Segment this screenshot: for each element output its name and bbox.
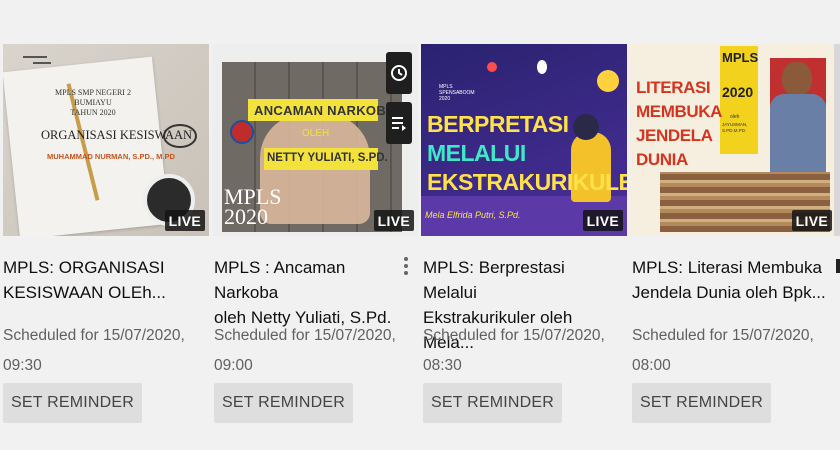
scheduled-time: Scheduled for 15/07/2020, 09:00 <box>214 321 414 381</box>
thumb-heading: EKSTRAKURIKULER <box>427 169 627 195</box>
meta-line: 08:30 <box>423 357 462 374</box>
live-badge: LIVE <box>582 210 623 231</box>
video-thumbnail[interactable]: MPLS SPENSABOOM 2020 BERPRETASI MELALUI … <box>421 44 627 236</box>
thumb-name: NETTY YULIATI, S.PD. <box>267 152 388 164</box>
thumb-heading: BERPRETASI <box>427 111 569 137</box>
portrait-face-graphic <box>782 62 812 96</box>
meta-line: Scheduled for 15/07/2020, <box>632 327 814 344</box>
thumb-heading: MELALUI <box>427 140 526 166</box>
thumb-text: MPLS SMP NEGERI 2 <box>55 88 131 97</box>
scheduled-time: Scheduled for 15/07/2020, 08:30 <box>423 321 623 381</box>
video-title[interactable]: MPLS : Ancaman Narkoba oleh Netty Yuliat… <box>214 255 414 330</box>
next-video-card-partial[interactable] <box>834 44 840 236</box>
set-reminder-button[interactable]: SET REMINDER <box>423 383 563 423</box>
thumb-heading: LITERASI <box>636 78 711 97</box>
live-badge: LIVE <box>791 210 832 231</box>
thumb-byline: MUHAMMAD NURMAN, S.PD., M.PD <box>47 152 175 161</box>
thumb-byline: Mela Elfrida Putri, S.Pd. <box>425 210 521 220</box>
title-line: Jendela Dunia oleh Bpk... <box>632 283 826 302</box>
thumb-text: TAHUN 2020 <box>70 108 116 117</box>
thumb-heading: ANCAMAN NARKOBA <box>254 103 396 118</box>
video-title[interactable]: MPLS: ORGANISASI KESISWAAN OLEh... <box>3 255 203 305</box>
next-video-title-partial <box>836 259 840 273</box>
set-reminder-button[interactable]: SET REMINDER <box>214 383 354 423</box>
moon-graphic <box>537 60 547 74</box>
thumb-heading: ORGANISASI KESISWAAN <box>41 128 193 142</box>
video-card[interactable]: MPLS SPENSABOOM 2020 BERPRETASI MELALUI … <box>421 44 627 423</box>
video-card[interactable]: MPLS SMP NEGERI 2 BUMIAYU TAHUN 2020 ORG… <box>3 44 209 423</box>
video-row: MPLS SMP NEGERI 2 BUMIAYU TAHUN 2020 ORG… <box>0 0 840 450</box>
video-title[interactable]: MPLS: Literasi Membuka Jendela Dunia ole… <box>632 255 832 305</box>
school-logo-icon <box>230 120 254 144</box>
planet-graphic <box>487 62 497 72</box>
thumb-text: 2020 <box>722 84 754 100</box>
live-badge: LIVE <box>164 210 205 231</box>
scheduled-time: Scheduled for 15/07/2020, 09:30 <box>3 321 203 381</box>
thumb-text: OLEH <box>302 128 330 139</box>
meta-line: 08:00 <box>632 357 671 374</box>
decor-line <box>33 62 51 64</box>
thumb-text: MPLS <box>722 50 759 65</box>
decor-line <box>23 56 47 58</box>
meta-line: Scheduled for 15/07/2020, <box>423 327 605 344</box>
portrait-uniform-graphic <box>770 94 826 174</box>
planet-graphic <box>597 70 619 92</box>
thumb-heading: MEMBUKA <box>636 102 722 121</box>
meta-line: 09:30 <box>3 357 42 374</box>
live-badge: LIVE <box>373 210 414 231</box>
thumb-text: JAYUSMAN, S.PD.M.PD. <box>722 122 748 133</box>
set-reminder-button[interactable]: SET REMINDER <box>3 383 143 423</box>
meta-line: 09:00 <box>214 357 253 374</box>
video-card[interactable]: MPLS 2020 oleh JAYUSMAN, S.PD.M.PD. LITE… <box>630 44 836 423</box>
title-line: MPLS: Berprestasi Melalui <box>423 258 565 302</box>
meta-line: Scheduled for 15/07/2020, <box>214 327 396 344</box>
video-thumbnail[interactable]: MPLS SMP NEGERI 2 BUMIAYU TAHUN 2020 ORG… <box>3 44 209 236</box>
scheduled-time: Scheduled for 15/07/2020, 08:00 <box>632 321 832 381</box>
title-line: MPLS : Ancaman Narkoba <box>214 258 346 302</box>
thumb-text: 2020 <box>224 204 268 229</box>
set-reminder-button[interactable]: SET REMINDER <box>632 383 772 423</box>
meta-line: Scheduled for 15/07/2020, <box>3 327 185 344</box>
thumb-small-text: MPLS SPENSABOOM 2020 <box>439 84 475 102</box>
video-thumbnail[interactable]: MPLS 2020 oleh JAYUSMAN, S.PD.M.PD. LITE… <box>630 44 836 236</box>
thumb-text: BUMIAYU <box>74 98 112 107</box>
add-to-queue-icon[interactable] <box>386 102 412 144</box>
thumb-text: oleh <box>730 114 740 120</box>
title-line: KESISWAAN OLEh... <box>3 283 166 302</box>
hover-actions <box>386 52 412 152</box>
thumb-heading: DUNIA <box>636 150 688 169</box>
title-line: MPLS: ORGANISASI <box>3 258 165 277</box>
more-options-icon[interactable] <box>400 254 412 284</box>
title-line: MPLS: Literasi Membuka <box>632 258 822 277</box>
watch-later-icon[interactable] <box>386 52 412 94</box>
thumb-heading: JENDELA <box>636 126 713 145</box>
